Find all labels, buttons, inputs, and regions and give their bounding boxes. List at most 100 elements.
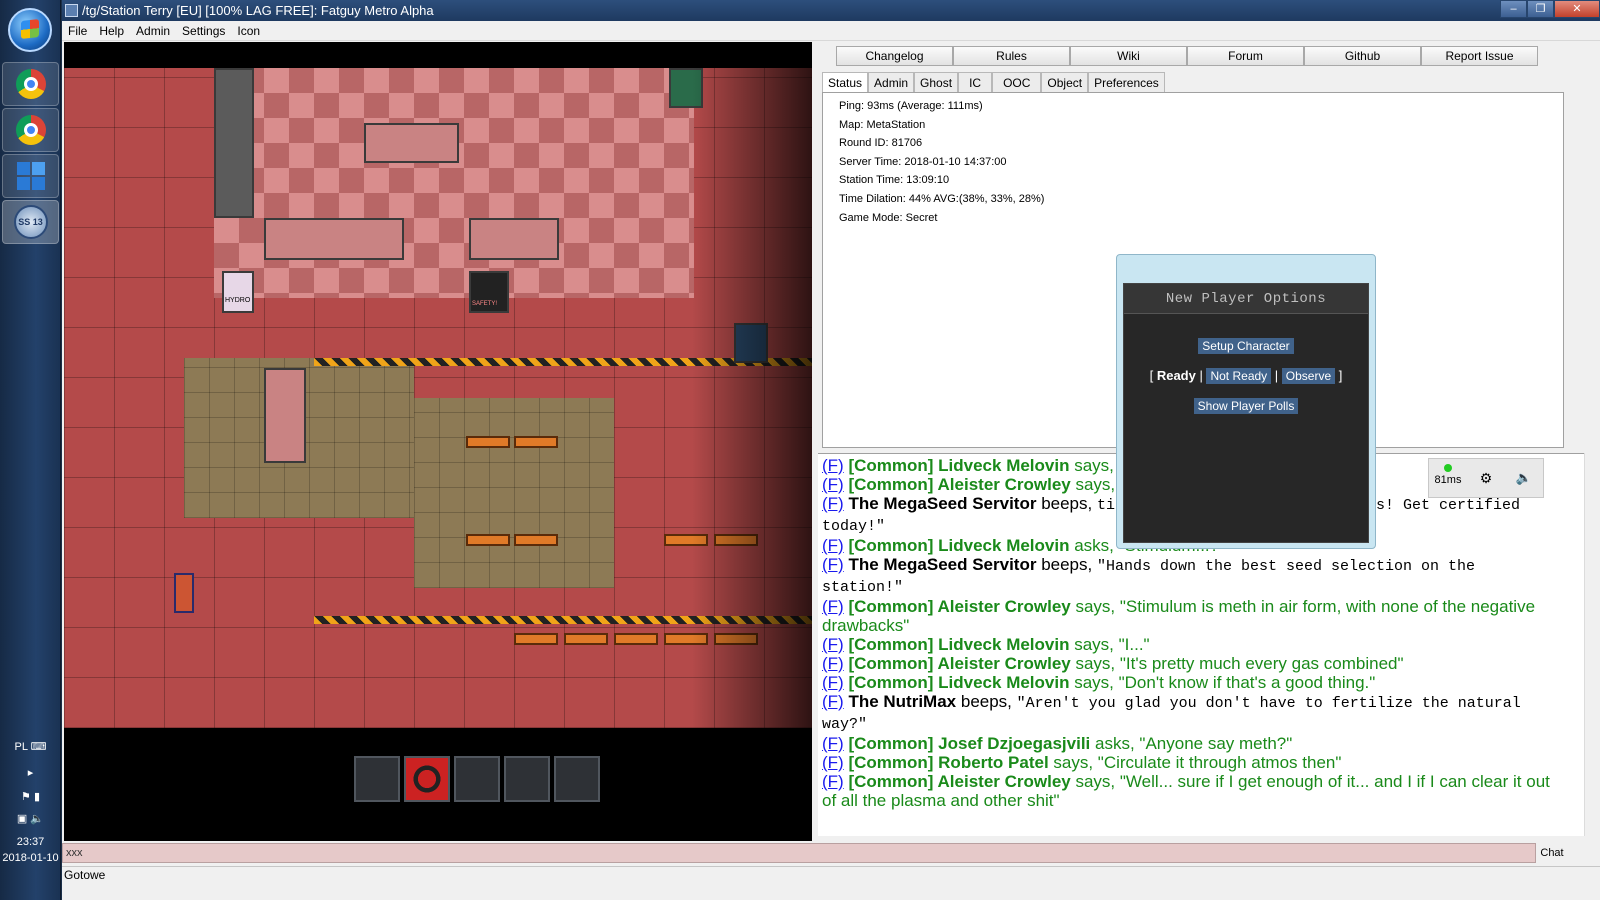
chat-speech: [Common] Lidveck Melovin says, xyxy=(848,456,1114,475)
clock-date[interactable]: 2018-01-10 xyxy=(0,852,61,864)
taskbar-chrome-2[interactable] xyxy=(2,108,59,152)
github-button[interactable]: Github xyxy=(1304,46,1421,66)
ss13-icon: SS 13 xyxy=(13,205,48,239)
chat-controls: 81ms ⚙ 🔈 xyxy=(1428,458,1544,498)
tab-status[interactable]: Status xyxy=(822,72,869,92)
menu-settings[interactable]: Settings xyxy=(176,21,231,40)
observe-button[interactable]: Observe xyxy=(1281,368,1336,384)
network-icon: ▣ xyxy=(16,813,28,825)
speaker-icon[interactable]: 🔈 xyxy=(1505,459,1543,497)
chat-message: (F) The MegaSeed Servitor beeps, "Hands … xyxy=(822,555,1564,597)
tray-icons-2[interactable]: ▣ 🔈 xyxy=(0,812,61,825)
hydro-sign: HYDRO xyxy=(222,271,254,313)
player-character[interactable] xyxy=(174,573,194,613)
hydro-tray xyxy=(466,534,510,546)
gear-icon[interactable]: ⚙ xyxy=(1467,459,1505,497)
follow-link[interactable]: (F) xyxy=(822,456,844,475)
follow-link[interactable]: (F) xyxy=(822,753,844,772)
chat-speech: [Common] Lidveck Melovin says, "I..." xyxy=(848,635,1150,654)
menu-admin[interactable]: Admin xyxy=(130,21,176,40)
report-issue-button[interactable]: Report Issue xyxy=(1421,46,1538,66)
chat-message: (F) [Common] Josef Dzjoegasjvili asks, "… xyxy=(822,734,1564,753)
follow-link[interactable]: (F) xyxy=(822,734,844,753)
chrome-icon xyxy=(15,69,46,99)
language-indicator[interactable]: PL ⌨ xyxy=(0,740,61,753)
tab-ghost[interactable]: Ghost xyxy=(914,72,959,92)
wiki-button[interactable]: Wiki xyxy=(1070,46,1187,66)
forum-button[interactable]: Forum xyxy=(1187,46,1304,66)
taskbar-windows-explorer[interactable] xyxy=(2,154,59,198)
chat-button[interactable]: Chat xyxy=(1532,843,1572,863)
ping-status: Ping: 93ms (Average: 111ms) xyxy=(839,100,983,112)
new-player-options-window: New Player Options Setup Character [ Rea… xyxy=(1116,254,1376,549)
title-bar[interactable]: /tg/Station Terry [EU] [100% LAG FREE]: … xyxy=(62,0,1600,21)
changelog-button[interactable]: Changelog xyxy=(836,46,953,66)
hydro-tray xyxy=(564,633,608,645)
stat-tabs: Status Admin Ghost IC OOC Object Prefere… xyxy=(822,72,1165,92)
follow-link[interactable]: (F) xyxy=(822,536,844,555)
setup-character-button[interactable]: Setup Character xyxy=(1198,338,1294,354)
maximize-button[interactable]: ❐ xyxy=(1527,0,1554,18)
taskbar-ss13[interactable]: SS 13 xyxy=(2,200,59,244)
conveyor-belt xyxy=(214,68,254,218)
follow-link[interactable]: (F) xyxy=(822,494,844,513)
hotbar-slot-3[interactable] xyxy=(454,756,500,802)
start-button[interactable] xyxy=(8,8,52,52)
chat-speech: [Common] Josef Dzjoegasjvili asks, "Anyo… xyxy=(848,734,1293,753)
show-player-polls-button[interactable]: Show Player Polls xyxy=(1193,398,1299,414)
tray-expand-icon[interactable]: ▸ xyxy=(0,766,61,779)
machine-speech: The NutriMax beeps, "Aren't you glad you… xyxy=(822,692,1521,733)
not-ready-button[interactable]: Not Ready xyxy=(1206,368,1272,384)
menu-icon[interactable]: Icon xyxy=(231,21,266,40)
windows-logo-icon xyxy=(21,19,39,39)
tab-ic[interactable]: IC xyxy=(958,72,993,92)
tray-icons[interactable]: ⚑ ▮ xyxy=(0,790,61,803)
chat-speech: [Common] Lidveck Melovin says, "Don't kn… xyxy=(848,673,1376,692)
hotbar-slot-5[interactable] xyxy=(554,756,600,802)
rules-button[interactable]: Rules xyxy=(953,46,1070,66)
chat-speech: [Common] Aleister Crowley says, "It's pr… xyxy=(848,654,1404,673)
tab-ooc[interactable]: OOC xyxy=(992,72,1042,92)
follow-link[interactable]: (F) xyxy=(822,654,844,673)
map-status: Map: MetaStation xyxy=(839,118,926,131)
ping-indicator: 81ms xyxy=(1429,459,1467,497)
tab-object[interactable]: Object xyxy=(1041,72,1089,92)
follow-link[interactable]: (F) xyxy=(822,692,844,711)
hotbar-slot-2[interactable] xyxy=(404,756,450,802)
follow-link[interactable]: (F) xyxy=(822,673,844,692)
game-viewport[interactable]: HYDRO SAFETY! xyxy=(64,42,812,841)
chat-message: (F) [Common] Lidveck Melovin says, "Don'… xyxy=(822,673,1564,692)
minimize-button[interactable]: – xyxy=(1500,0,1527,18)
game-mode-status: Game Mode: Secret xyxy=(839,211,938,224)
time-dilation-status: Time Dilation: 44% AVG:(38%, 33%, 28%) xyxy=(839,192,1045,205)
tab-admin[interactable]: Admin xyxy=(868,72,915,92)
hotbar-slot-4[interactable] xyxy=(504,756,550,802)
window-title: /tg/Station Terry [EU] [100% LAG FREE]: … xyxy=(82,3,434,18)
chat-scrollbar[interactable] xyxy=(1584,453,1600,836)
hotbar xyxy=(354,756,600,802)
menu-bar: File Help Admin Settings Icon xyxy=(62,21,1600,41)
close-button[interactable]: ✕ xyxy=(1554,0,1600,18)
table-2 xyxy=(469,218,559,260)
ping-dot-icon xyxy=(1444,464,1452,472)
hydro-tray xyxy=(514,534,558,546)
tab-preferences[interactable]: Preferences xyxy=(1088,72,1165,92)
follow-link[interactable]: (F) xyxy=(822,555,844,574)
menu-file[interactable]: File xyxy=(62,21,93,40)
follow-link[interactable]: (F) xyxy=(822,772,844,791)
command-input[interactable]: xxx xyxy=(62,843,1536,863)
taskbar-chrome-1[interactable] xyxy=(2,62,59,106)
ready-option[interactable]: Ready xyxy=(1157,368,1196,383)
table-3 xyxy=(264,368,306,463)
hotbar-slot-1[interactable] xyxy=(354,756,400,802)
chrome-icon xyxy=(15,115,46,145)
clock-time[interactable]: 23:37 xyxy=(0,836,61,848)
menu-help[interactable]: Help xyxy=(93,21,130,40)
follow-link[interactable]: (F) xyxy=(822,475,844,494)
chat-message: (F) [Common] Roberto Patel says, "Circul… xyxy=(822,753,1564,772)
station-map[interactable]: HYDRO SAFETY! xyxy=(64,68,812,728)
follow-link[interactable]: (F) xyxy=(822,635,844,654)
machine-speech: The MegaSeed Servitor beeps, "Hands down… xyxy=(822,555,1476,596)
taskbar: SS 13 PL ⌨ ▸ ⚑ ▮ ▣ 🔈 23:37 2018-01-10 xyxy=(0,0,61,900)
follow-link[interactable]: (F) xyxy=(822,597,844,616)
